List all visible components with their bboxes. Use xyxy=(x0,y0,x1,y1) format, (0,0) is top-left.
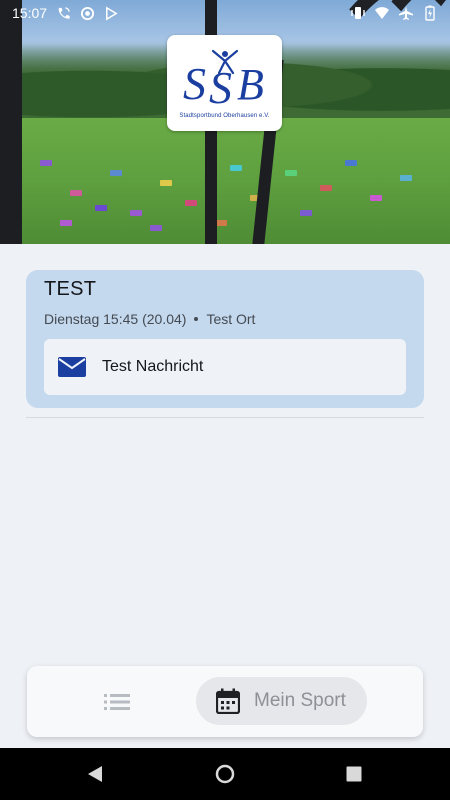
recents-icon[interactable] xyxy=(346,766,362,782)
calendar-icon xyxy=(216,688,240,714)
mail-icon xyxy=(58,357,86,377)
event-message[interactable]: Test Nachricht xyxy=(44,339,406,395)
battery-icon xyxy=(422,5,438,21)
message-text: Test Nachricht xyxy=(102,358,204,375)
event-meta: Dienstag 15:45 (20.04) Test Ort xyxy=(44,311,406,327)
bottom-navigation: Mein Sport xyxy=(27,666,423,737)
airplane-icon xyxy=(398,5,414,21)
list-divider xyxy=(26,417,424,418)
list-icon xyxy=(104,694,130,710)
event-datetime: Dienstag 15:45 (20.04) xyxy=(44,311,187,327)
status-time: 15:07 xyxy=(12,5,48,21)
header-image: S S B Stadtsportbund Oberhausen e.V. xyxy=(0,0,450,244)
nav-mein-sport-label: Mein Sport xyxy=(254,690,346,711)
event-location: Test Ort xyxy=(206,311,256,327)
nav-list-button[interactable] xyxy=(97,688,137,716)
separator-dot xyxy=(194,317,199,321)
ssb-logo-mark: S S B xyxy=(183,49,264,111)
club-logo: S S B Stadtsportbund Oberhausen e.V. xyxy=(167,35,282,131)
logo-caption: Stadtsportbund Oberhausen e.V. xyxy=(179,113,270,119)
event-title: TEST xyxy=(44,278,97,300)
status-bar: 15:07 xyxy=(0,0,450,26)
phone-wifi-icon xyxy=(55,5,71,21)
nav-mein-sport-tab[interactable]: Mein Sport xyxy=(196,677,367,725)
event-card[interactable]: TEST Dienstag 15:45 (20.04) Test Ort Tes… xyxy=(26,270,424,408)
home-icon[interactable] xyxy=(215,764,235,784)
svg-text:B: B xyxy=(237,60,264,109)
wifi-icon xyxy=(374,5,390,21)
data-saver-icon xyxy=(79,5,95,21)
back-icon[interactable] xyxy=(86,764,104,784)
vibrate-icon xyxy=(350,5,366,21)
svg-text:S: S xyxy=(183,58,206,109)
pergola-beam xyxy=(0,0,22,244)
system-navigation-bar xyxy=(0,748,450,800)
play-store-icon xyxy=(103,5,119,21)
